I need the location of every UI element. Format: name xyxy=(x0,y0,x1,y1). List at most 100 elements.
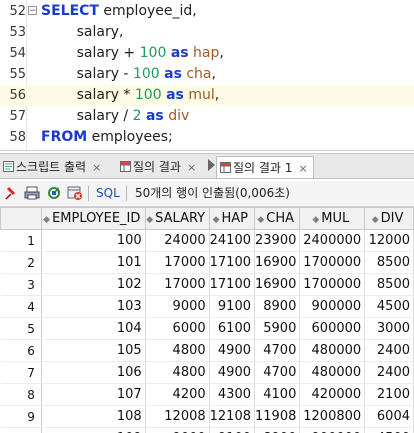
table-cell[interactable]: 900000 xyxy=(299,295,366,318)
table-cell[interactable]: 101 xyxy=(41,251,146,274)
table-cell[interactable]: 17100 xyxy=(209,273,256,296)
tab-query-result[interactable]: 질의 결과 × xyxy=(117,156,196,178)
table-cell[interactable]: 480000 xyxy=(299,339,366,362)
code-token: 100 xyxy=(134,87,162,103)
table-cell[interactable]: 9000 xyxy=(145,427,210,433)
table-cell[interactable]: 8900 xyxy=(254,295,301,318)
cancel-fetch-icon[interactable] xyxy=(67,185,83,201)
table-cell[interactable]: 107 xyxy=(41,383,146,406)
table-cell[interactable]: 4800 xyxy=(145,361,210,384)
table-row[interactable]: 7 106 4800 4900 4700 480000 2400 xyxy=(0,361,414,384)
table-cell[interactable]: 2400 xyxy=(364,361,414,384)
table-cell[interactable]: 4700 xyxy=(254,361,301,384)
table-row[interactable]: 101099000910089009000004500 xyxy=(0,427,414,433)
table-cell[interactable]: 4200 xyxy=(145,383,210,406)
code-token: 100 xyxy=(139,45,167,61)
table-cell[interactable]: 4900 xyxy=(209,361,256,384)
table-cell[interactable]: 1700000 xyxy=(299,273,366,296)
table-cell[interactable]: 12108 xyxy=(209,405,256,428)
table-cell[interactable]: 23900 xyxy=(254,229,301,252)
table-row[interactable]: 8 107 4200 4300 4100 420000 2100 xyxy=(0,383,414,406)
table-cell[interactable]: 3000 xyxy=(364,317,414,340)
tab-script-output[interactable]: 스크립트 출력 × xyxy=(0,156,101,178)
table-cell[interactable]: 9000 xyxy=(145,295,210,318)
code-line[interactable]: 57 salary / 2 as div xyxy=(0,106,414,127)
table-cell[interactable]: 17000 xyxy=(145,273,210,296)
results-grid[interactable]: ◆ EMPLOYEE_ID ◆ SALARY ◆ HAP ◆ CHA ◆ MUL ◆ DIV… xyxy=(0,207,414,433)
close-icon[interactable]: × xyxy=(92,161,101,174)
code-line[interactable]: 53 salary, xyxy=(0,22,414,43)
table-cell[interactable]: 600000 xyxy=(299,317,366,340)
fold-toggle-icon[interactable]: − xyxy=(28,6,37,16)
table-cell[interactable]: 2400 xyxy=(364,339,414,362)
table-cell[interactable]: 1200800 xyxy=(299,405,366,428)
table-cell[interactable]: 2400000 xyxy=(299,229,366,252)
table-cell[interactable]: 4300 xyxy=(209,383,256,406)
table-cell[interactable]: 24000 xyxy=(145,229,210,252)
table-cell[interactable]: 4900 xyxy=(209,339,256,362)
table-cell[interactable]: 100 xyxy=(41,229,146,252)
table-cell[interactable]: 105 xyxy=(41,339,146,362)
table-cell[interactable]: 17000 xyxy=(145,251,210,274)
table-row[interactable]: 5 104 6000 6100 5900 600000 3000 xyxy=(0,317,414,340)
table-cell[interactable]: 16900 xyxy=(254,273,301,296)
table-cell[interactable]: 17100 xyxy=(209,251,256,274)
column-header[interactable]: ◆ HAP xyxy=(208,207,256,230)
table-cell[interactable]: 16900 xyxy=(254,251,301,274)
table-cell[interactable]: 9100 xyxy=(209,295,256,318)
column-header[interactable]: ◆ EMPLOYEE_ID xyxy=(40,207,146,230)
sql-button[interactable]: SQL xyxy=(96,185,120,201)
code-line[interactable]: 54 salary + 100 as hap, xyxy=(0,43,414,64)
table-row[interactable]: 9 108 12008 12108 11908 1200800 6004 xyxy=(0,405,414,428)
sql-editor[interactable]: 52− SELECT employee_id, 53 salary, 54 salar… xyxy=(0,0,414,150)
table-cell[interactable]: 4500 xyxy=(364,295,414,318)
table-row[interactable]: 3 102 17000 17100 16900 1700000 8500 xyxy=(0,273,414,296)
column-header[interactable]: ◆ MUL xyxy=(299,207,366,230)
table-cell[interactable]: 8900 xyxy=(254,427,301,433)
table-row[interactable]: 2 101 17000 17100 16900 1700000 8500 xyxy=(0,251,414,274)
column-header[interactable]: ◆ CHA xyxy=(253,207,301,230)
table-row[interactable]: 1 100 24000 24100 23900 2400000 12000 xyxy=(0,229,414,252)
table-cell[interactable]: 6100 xyxy=(209,317,256,340)
table-cell[interactable]: 6000 xyxy=(145,317,210,340)
table-cell[interactable]: 4800 xyxy=(145,339,210,362)
code-line[interactable]: 58 FROM employees; xyxy=(0,127,414,148)
table-cell[interactable]: 108 xyxy=(41,405,146,428)
table-cell[interactable]: 1700000 xyxy=(299,251,366,274)
table-cell[interactable]: 12008 xyxy=(145,405,210,428)
table-cell[interactable]: 4100 xyxy=(254,383,301,406)
table-cell[interactable]: 6004 xyxy=(364,405,414,428)
table-cell[interactable]: 9100 xyxy=(209,427,256,433)
table-cell[interactable]: 11908 xyxy=(254,405,301,428)
table-cell[interactable]: 420000 xyxy=(299,383,366,406)
table-cell[interactable]: 12000 xyxy=(364,229,414,252)
close-icon[interactable]: × xyxy=(187,161,196,174)
table-cell[interactable]: 4500 xyxy=(364,427,414,433)
pin-icon[interactable] xyxy=(4,185,20,201)
table-cell[interactable]: 24100 xyxy=(209,229,256,252)
table-row[interactable]: 6 105 4800 4900 4700 480000 2400 xyxy=(0,339,414,362)
column-header[interactable]: ◆ DIV xyxy=(364,207,414,230)
table-cell[interactable]: 8500 xyxy=(364,273,414,296)
refresh-icon[interactable] xyxy=(46,185,62,201)
table-cell[interactable]: 4700 xyxy=(254,339,301,362)
table-cell[interactable]: 106 xyxy=(41,361,146,384)
code-line[interactable]: 52− SELECT employee_id, xyxy=(0,1,414,22)
tab-query-result-1[interactable]: 질의 결과 1 × xyxy=(216,156,314,178)
table-cell[interactable]: 103 xyxy=(41,295,146,318)
code-line[interactable]: 56 salary * 100 as mul, xyxy=(0,85,414,106)
code-line[interactable]: 55 salary - 100 as cha, xyxy=(0,64,414,85)
column-header[interactable]: ◆ SALARY xyxy=(144,207,210,230)
table-cell[interactable]: 2100 xyxy=(364,383,414,406)
table-cell[interactable]: 480000 xyxy=(299,361,366,384)
result-toolbar: SQL 50개의 행이 인출됨(0,006초) xyxy=(0,181,414,207)
table-row[interactable]: 4 103 9000 9100 8900 900000 4500 xyxy=(0,295,414,318)
table-cell[interactable]: 104 xyxy=(41,317,146,340)
close-icon[interactable]: × xyxy=(298,162,307,175)
table-cell[interactable]: 900000 xyxy=(299,427,366,433)
table-cell[interactable]: 102 xyxy=(41,273,146,296)
print-icon[interactable] xyxy=(24,185,40,201)
table-cell[interactable]: 5900 xyxy=(254,317,301,340)
table-cell[interactable]: 109 xyxy=(41,427,146,433)
table-cell[interactable]: 8500 xyxy=(364,251,414,274)
